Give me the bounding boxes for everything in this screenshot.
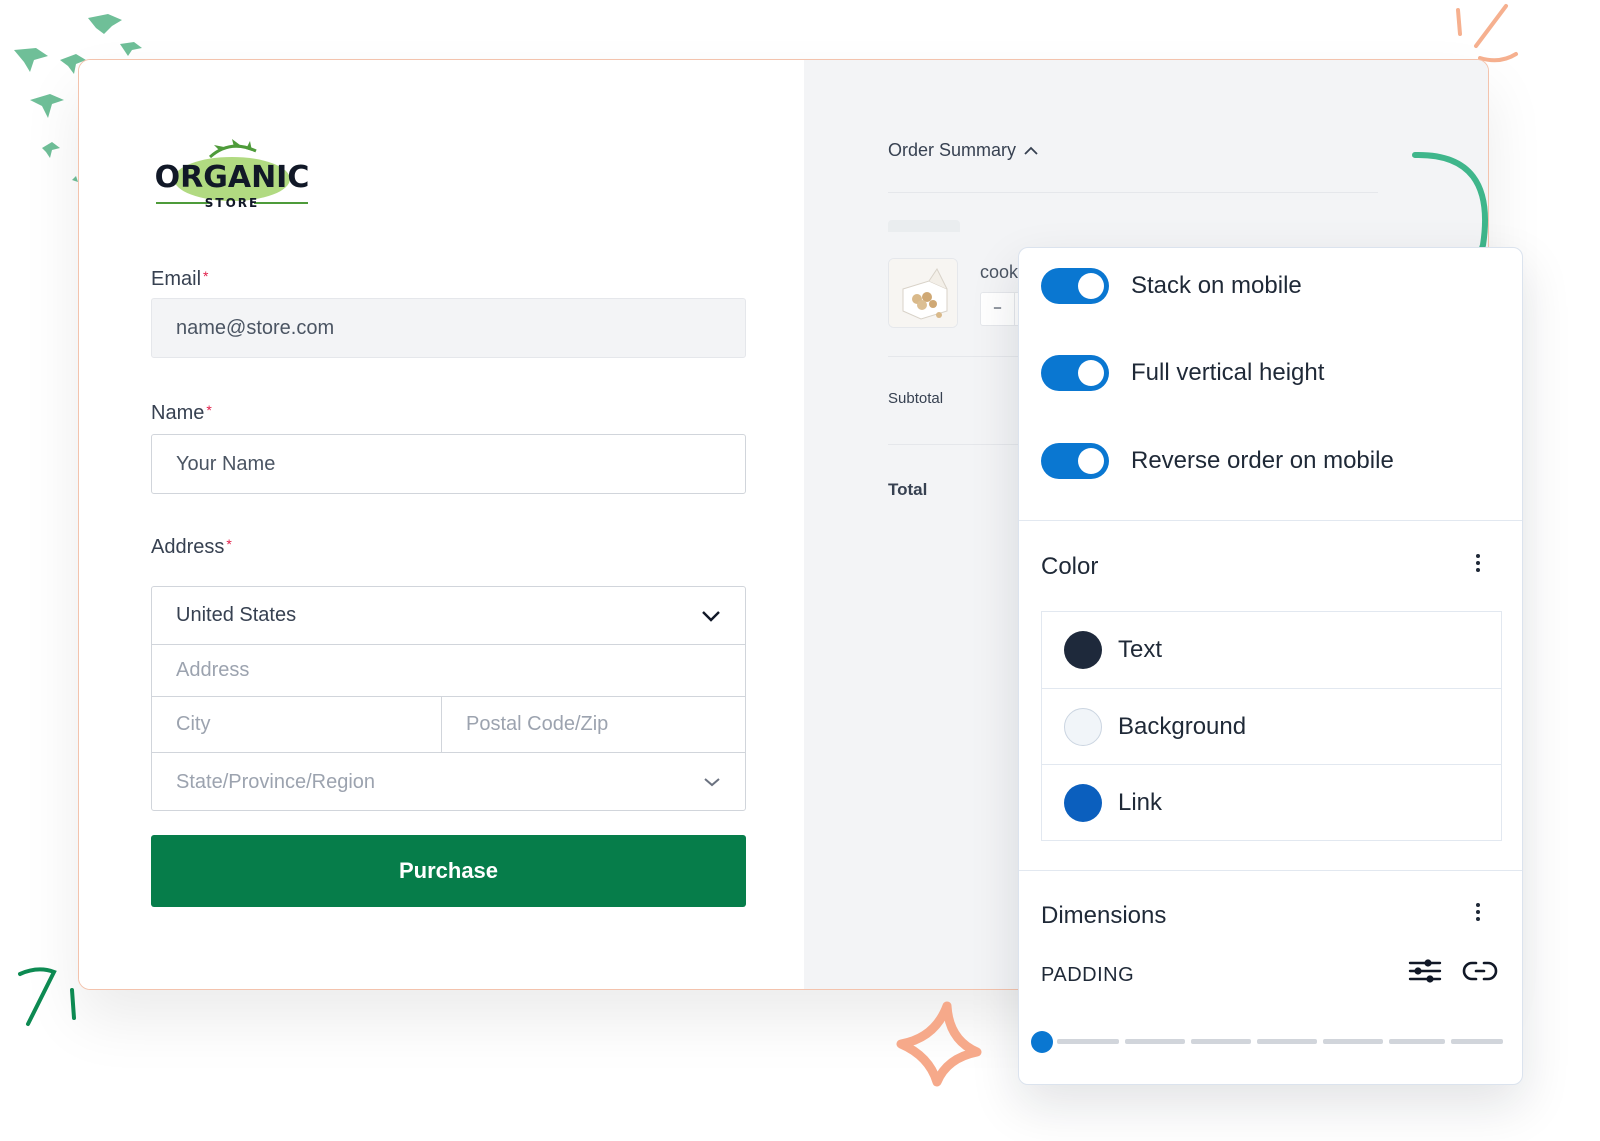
slider-step: [1191, 1039, 1251, 1044]
order-summary-title: Order Summary: [888, 140, 1017, 160]
address-label: Address *: [151, 536, 232, 558]
svg-text:STORE: STORE: [205, 196, 259, 210]
email-label: Email *: [151, 268, 209, 290]
checkout-form: ORGANIC STORE Email * name@store.com Name…: [79, 60, 804, 989]
slider-step: [1057, 1039, 1119, 1044]
scribble-decoration: [18, 967, 76, 1026]
email-value: name@store.com: [176, 316, 335, 339]
slider-step: [1257, 1039, 1317, 1044]
city-input[interactable]: City: [152, 697, 442, 752]
divider: [1019, 870, 1522, 871]
chevron-down-icon: [704, 778, 720, 787]
color-section-title: Color: [1041, 553, 1099, 580]
swatch-link: [1064, 783, 1102, 822]
kebab-menu-icon[interactable]: [1476, 900, 1482, 924]
name-placeholder: Your Name: [176, 452, 276, 475]
email-input[interactable]: name@store.com: [151, 298, 746, 358]
divider: [888, 192, 1378, 193]
country-value: United States: [176, 604, 297, 626]
state-select[interactable]: State/Province/Region: [152, 753, 745, 811]
store-logo: ORGANIC STORE: [150, 135, 315, 215]
color-list: Text Background Link: [1041, 611, 1502, 841]
sliders-icon[interactable]: [1408, 956, 1442, 986]
swatch-background: [1064, 707, 1102, 746]
padding-slider[interactable]: [1031, 1031, 1503, 1053]
toggle-switch[interactable]: [1041, 268, 1109, 304]
faded-item: [888, 220, 960, 232]
slider-step: [1323, 1039, 1383, 1044]
toggle-switch[interactable]: [1041, 355, 1109, 391]
color-item-label: Text: [1118, 636, 1163, 663]
country-select[interactable]: United States: [152, 587, 745, 645]
toggle-reverse-order-on-mobile[interactable]: Reverse order on mobile: [1041, 441, 1394, 481]
unlink-icon[interactable]: [1462, 956, 1498, 986]
toggle-label: Full vertical height: [1131, 359, 1325, 386]
chevron-up-icon: [1024, 146, 1038, 155]
padding-controls: [1408, 956, 1498, 986]
dimensions-section-title: Dimensions: [1041, 902, 1167, 929]
postal-code-input[interactable]: Postal Code/Zip: [442, 697, 745, 752]
color-item-label: Link: [1118, 788, 1163, 816]
toggle-stack-on-mobile[interactable]: Stack on mobile: [1041, 266, 1302, 306]
city-postal-row: City Postal Code/Zip: [152, 697, 745, 753]
city-placeholder: City: [176, 713, 211, 735]
swatch-text: [1064, 631, 1102, 669]
postal-placeholder: Postal Code/Zip: [466, 713, 609, 735]
star-decoration: [896, 1001, 982, 1087]
slider-step: [1125, 1039, 1185, 1044]
address-group: United States Address City Postal Code/Z…: [151, 586, 746, 811]
toggle-full-vertical-height[interactable]: Full vertical height: [1041, 353, 1324, 393]
product-thumbnail: [888, 258, 958, 328]
padding-label: PADDING: [1041, 964, 1135, 986]
color-item-text[interactable]: Text: [1042, 612, 1501, 688]
color-item-link[interactable]: Link: [1042, 764, 1501, 840]
purchase-button[interactable]: Purchase: [151, 835, 746, 907]
svg-text:ORGANIC: ORGANIC: [155, 160, 310, 195]
toggle-switch[interactable]: [1041, 443, 1109, 479]
decrement-button[interactable]: −: [981, 293, 1015, 325]
chevron-down-icon: [702, 610, 720, 622]
name-label: Name *: [151, 402, 212, 424]
address-input[interactable]: Address: [152, 645, 745, 697]
address-placeholder: Address: [176, 659, 250, 681]
name-input[interactable]: Your Name: [151, 434, 746, 494]
state-placeholder: State/Province/Region: [176, 770, 376, 793]
toggle-label: Reverse order on mobile: [1131, 447, 1394, 474]
slider-step: [1389, 1039, 1445, 1044]
total-label: Total: [888, 480, 928, 499]
divider: [1019, 520, 1522, 521]
kebab-menu-icon[interactable]: [1476, 551, 1482, 575]
subtotal-label: Subtotal: [888, 390, 944, 407]
color-item-background[interactable]: Background: [1042, 688, 1501, 764]
toggle-label: Stack on mobile: [1131, 272, 1302, 299]
color-item-label: Background: [1118, 712, 1247, 740]
block-settings-panel: Stack on mobile Full vertical height Rev…: [1018, 247, 1523, 1085]
slider-handle[interactable]: [1031, 1031, 1053, 1053]
slider-step: [1451, 1039, 1503, 1044]
order-summary-toggle[interactable]: Order Summary: [888, 140, 1038, 161]
